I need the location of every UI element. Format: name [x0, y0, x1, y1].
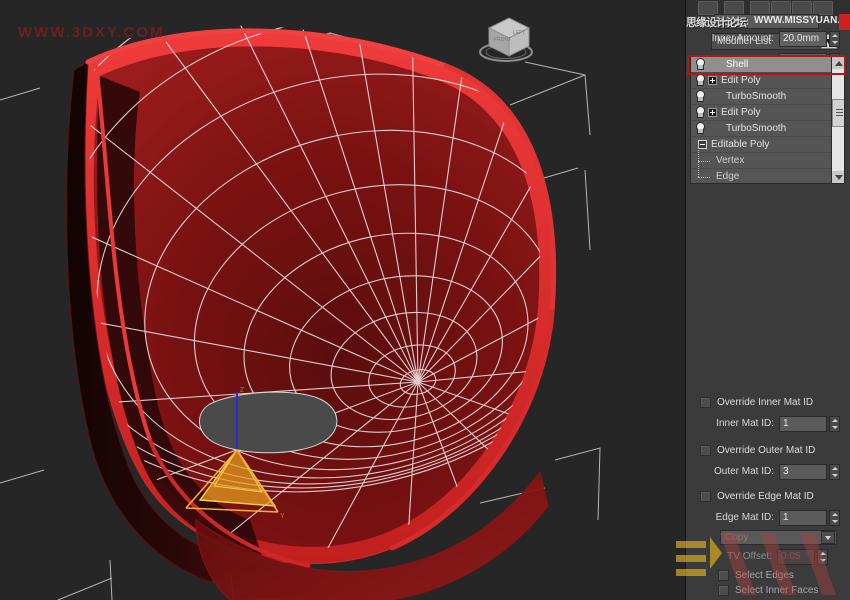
select-edges-checkbox[interactable]: Select Edges — [718, 568, 794, 583]
lightbulb-icon[interactable] — [694, 90, 705, 103]
inner-mat-id-input[interactable]: 1 — [779, 415, 827, 432]
stack-item-label: Shell — [726, 59, 749, 70]
override-outer-mat-label: Override Outer Mat ID — [717, 445, 816, 456]
override-outer-mat-checkbox[interactable]: Override Outer Mat ID — [700, 443, 815, 458]
stack-item-turbosmooth-2[interactable]: TurboSmooth — [691, 121, 844, 137]
tv-offset-input[interactable]: 0.05 — [777, 548, 815, 565]
chevron-down-icon[interactable] — [821, 531, 835, 544]
modifier-stack-scrollbar[interactable] — [831, 57, 844, 183]
display-icon[interactable] — [792, 1, 812, 15]
motion-icon[interactable] — [771, 1, 791, 15]
scrollbar-thumb[interactable] — [832, 99, 844, 127]
outer-mat-id-spinner[interactable] — [829, 463, 840, 480]
stack-item-vertex[interactable]: Vertex — [691, 144, 844, 169]
override-inner-mat-label: Override Inner Mat ID — [717, 397, 814, 408]
checkbox-icon[interactable] — [700, 445, 711, 456]
3ds-max-window: Z Y WWW.3DXY.COM FRONT LEFT Box018 思缘设计论… — [0, 0, 850, 600]
tree-branch-icon — [698, 160, 714, 184]
tv-mode-dropdown[interactable]: Copy — [720, 530, 837, 545]
expand-plus-icon[interactable] — [708, 108, 717, 117]
modifier-stack-list[interactable]: Shell Edit Poly TurboSmooth Edit Poly Tu… — [690, 56, 845, 184]
inner-amount-label: Inner Amount: — [711, 33, 774, 44]
lightbulb-icon[interactable] — [694, 122, 705, 135]
svg-text:FRONT: FRONT — [494, 37, 511, 43]
scroll-down-arrow-icon[interactable] — [832, 171, 844, 183]
inner-amount-input[interactable]: 20.0mm — [779, 30, 827, 47]
stack-item-shell[interactable]: Shell — [691, 57, 844, 73]
inner-amount-spinner[interactable] — [829, 30, 840, 47]
lightbulb-icon[interactable] — [694, 74, 705, 87]
lightbulb-icon[interactable] — [694, 58, 705, 71]
svg-text:LEFT: LEFT — [513, 30, 525, 36]
utilities-icon[interactable] — [813, 1, 833, 15]
edge-mat-id-input[interactable]: 1 — [779, 509, 827, 526]
stack-item-label: Vertex — [716, 155, 745, 166]
checkbox-icon[interactable] — [700, 491, 711, 502]
edge-mat-id-spinner[interactable] — [829, 509, 840, 526]
outer-mat-id-row: Outer Mat ID: 3 — [694, 463, 844, 480]
viewport-scene: Z Y — [0, 0, 685, 600]
edge-mat-id-row: Edge Mat ID: 1 — [694, 509, 844, 526]
tv-offset-label: TV Offset: — [727, 551, 772, 562]
inner-mat-id-spinner[interactable] — [829, 415, 840, 432]
create-icon[interactable] — [698, 1, 718, 15]
inner-mat-id-label: Inner Mat ID: — [716, 418, 774, 429]
checkbox-icon[interactable] — [700, 397, 711, 408]
stack-item-editable-poly[interactable]: Editable Poly — [691, 137, 844, 153]
viewport-watermark: WWW.3DXY.COM — [18, 24, 165, 41]
stack-item-turbosmooth-1[interactable]: TurboSmooth — [691, 89, 844, 105]
svg-text:Z: Z — [240, 387, 245, 394]
inner-mat-id-row: Inner Mat ID: 1 — [694, 415, 844, 432]
stack-item-label: TurboSmooth — [726, 91, 787, 102]
chair-back-slot-hole — [199, 391, 338, 454]
stack-item-edit-poly-2[interactable]: Edit Poly — [691, 105, 844, 121]
tv-offset-spinner[interactable] — [817, 548, 828, 565]
lightbulb-icon[interactable] — [694, 106, 705, 119]
perspective-viewport[interactable]: Z Y WWW.3DXY.COM FRONT LEFT — [0, 0, 685, 600]
expand-plus-icon[interactable] — [708, 76, 717, 85]
hierarchy-icon[interactable] — [750, 1, 770, 15]
site-watermark-banner: 思缘设计论坛 WWW.MISSYUAN.COM — [686, 14, 850, 30]
watermark-chinese-text: 思缘设计论坛 — [686, 17, 747, 29]
svg-text:Y: Y — [280, 513, 285, 520]
stack-item-label: Edit Poly — [721, 107, 761, 118]
stack-item-label: TurboSmooth — [726, 123, 787, 134]
toolbar-separator — [719, 1, 723, 15]
stack-item-edit-poly-1[interactable]: Edit Poly — [691, 73, 844, 89]
scroll-up-arrow-icon[interactable] — [832, 57, 844, 69]
tv-offset-row: TV Offset: 0.05 — [694, 548, 844, 565]
inner-amount-row: Inner Amount: 20.0mm — [694, 30, 844, 47]
tv-mode-label: Copy — [725, 532, 749, 543]
outer-mat-id-input[interactable]: 3 — [779, 463, 827, 480]
stack-item-label: Edit Poly — [721, 75, 761, 86]
override-inner-mat-checkbox[interactable]: Override Inner Mat ID — [700, 395, 813, 410]
edge-mat-id-label: Edge Mat ID: — [715, 512, 774, 523]
viewcube-navigation-widget[interactable]: FRONT LEFT — [475, 8, 537, 66]
checkbox-icon[interactable] — [718, 585, 729, 596]
select-inner-faces-checkbox[interactable]: Select Inner Faces — [718, 583, 818, 598]
select-edges-label: Select Edges — [735, 570, 794, 581]
stack-item-label: Edge — [716, 171, 740, 182]
watermark-red-block — [839, 14, 850, 30]
tree-branch-icon — [698, 144, 714, 169]
override-edge-mat-checkbox[interactable]: Override Edge Mat ID — [700, 489, 814, 504]
stack-item-label: Editable Poly — [711, 139, 770, 150]
select-inner-faces-label: Select Inner Faces — [735, 585, 819, 596]
watermark-url-text: WWW.MISSYUAN.COM — [754, 15, 850, 26]
stack-item-edge[interactable]: Edge — [691, 160, 844, 184]
override-edge-mat-label: Override Edge Mat ID — [717, 491, 814, 502]
toolbar-separator — [745, 1, 749, 15]
checkbox-icon[interactable] — [718, 570, 729, 581]
modify-icon[interactable] — [724, 1, 744, 15]
outer-mat-id-label: Outer Mat ID: — [713, 466, 774, 477]
